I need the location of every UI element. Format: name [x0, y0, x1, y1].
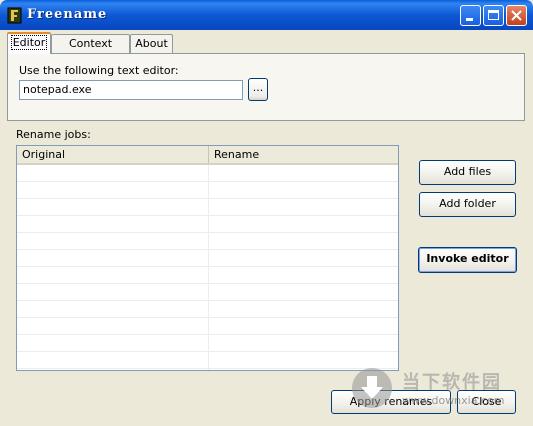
maximize-button[interactable]	[483, 5, 504, 26]
maximize-icon	[488, 10, 499, 20]
minimize-button[interactable]	[460, 5, 481, 26]
invoke-editor-button[interactable]: Invoke editor	[418, 247, 517, 273]
rename-jobs-list[interactable]: Original Rename	[16, 145, 399, 371]
window-title: Freename	[27, 7, 108, 22]
tab-about-label: About	[135, 37, 168, 50]
close-window-button[interactable]	[506, 5, 527, 26]
tab-editor-label: Editor	[10, 35, 48, 50]
tab-editor[interactable]: Editor	[7, 32, 51, 54]
tab-about[interactable]: About	[130, 34, 173, 53]
app-icon	[7, 7, 22, 24]
title-bar[interactable]: Freename	[0, 0, 533, 30]
add-files-button[interactable]: Add files	[419, 160, 516, 185]
editor-label: Use the following text editor:	[19, 64, 179, 77]
list-rows[interactable]	[17, 165, 398, 370]
rename-jobs-label: Rename jobs:	[16, 128, 91, 141]
close-button[interactable]: Close	[457, 390, 516, 414]
freename-window: Freename Editor Context menu About Use t…	[0, 0, 533, 426]
close-icon	[511, 10, 522, 21]
browse-button[interactable]: ...	[248, 78, 268, 101]
tab-context-menu[interactable]: Context menu	[51, 34, 130, 67]
column-header-rename[interactable]: Rename	[209, 146, 398, 163]
column-header-original[interactable]: Original	[17, 146, 209, 163]
list-header: Original Rename	[17, 146, 398, 165]
text-editor-input[interactable]: notepad.exe	[19, 80, 243, 100]
add-folder-button[interactable]: Add folder	[419, 192, 516, 217]
minimize-icon	[466, 18, 473, 21]
apply-renames-button[interactable]: Apply renames	[331, 390, 451, 414]
